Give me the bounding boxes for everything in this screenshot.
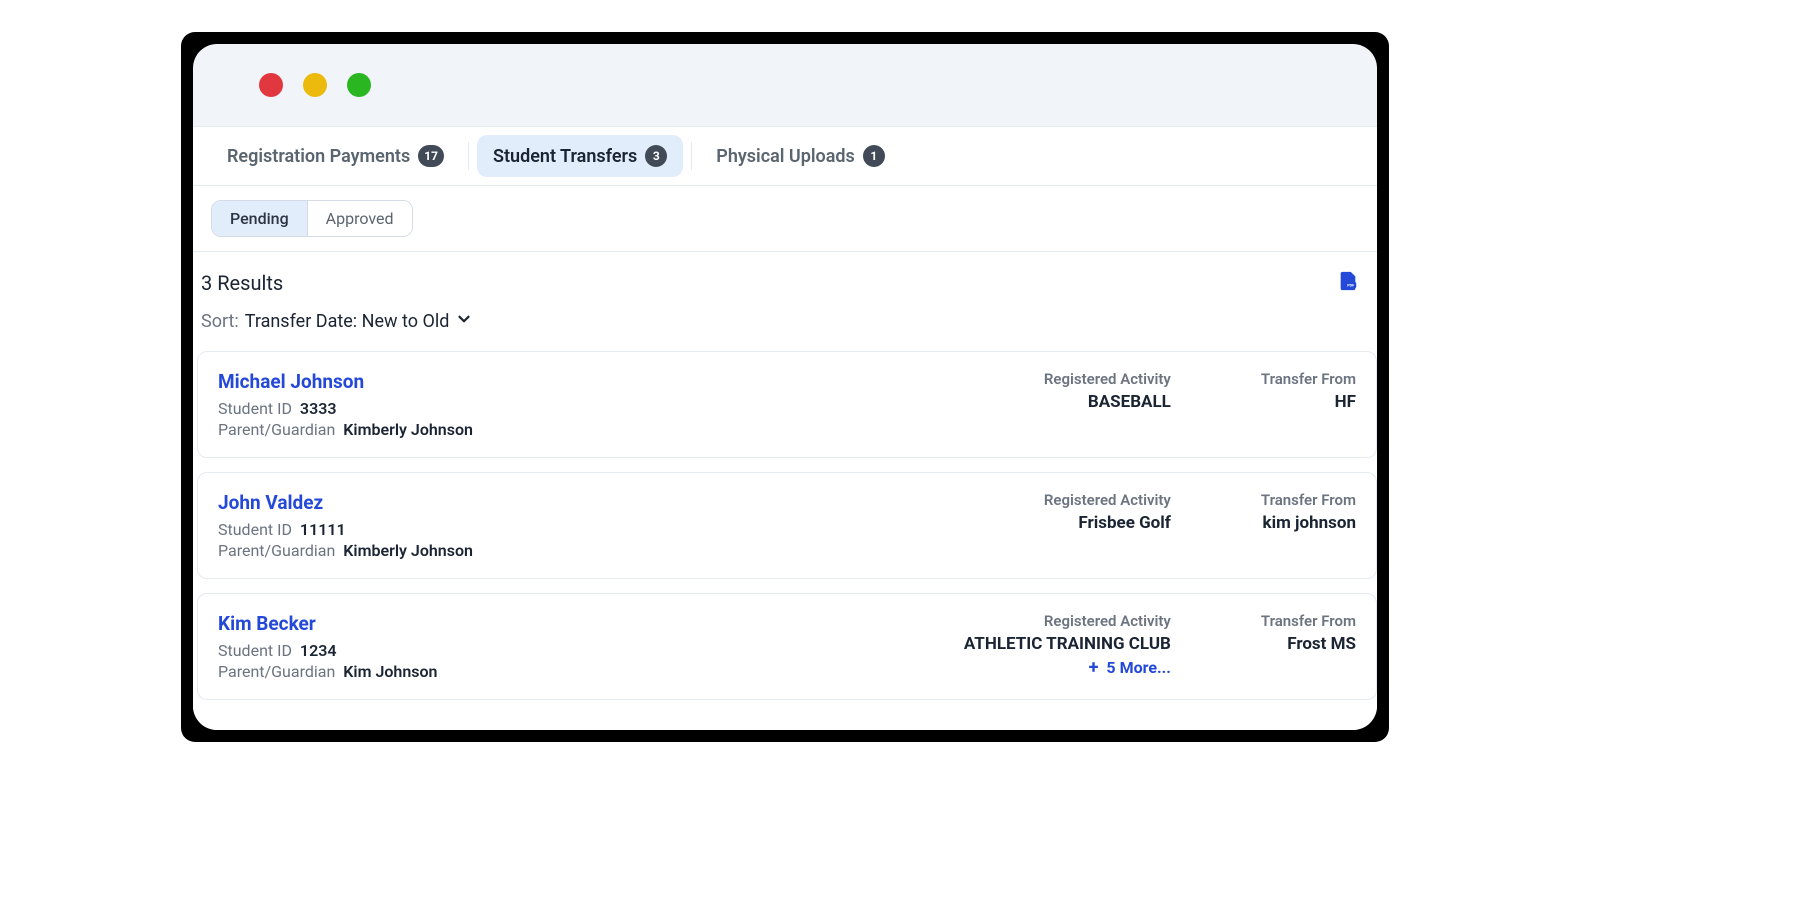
export-pdf-icon[interactable]: PDF: [1337, 270, 1359, 296]
transfer-from-value: kim johnson: [1261, 513, 1356, 533]
chevron-down-icon: [455, 310, 473, 333]
traffic-close-icon[interactable]: [259, 73, 283, 97]
registered-activity-label: Registered Activity: [964, 612, 1171, 630]
registered-activity-value: Frisbee Golf: [1044, 513, 1171, 533]
traffic-zoom-icon[interactable]: [347, 73, 371, 97]
content-area: Registration Payments 17 Student Transfe…: [193, 126, 1377, 730]
tab-label: Physical Uploads: [716, 146, 855, 167]
registered-activity-label: Registered Activity: [1044, 491, 1171, 509]
student-id-label: Student ID: [218, 520, 292, 539]
sort-control[interactable]: Sort: Transfer Date: New to Old: [197, 296, 1377, 351]
registered-activity-col: Registered Activity ATHLETIC TRAINING CL…: [964, 612, 1171, 677]
filter-pending-button[interactable]: Pending: [212, 201, 307, 236]
card-left: Kim Becker Student ID 1234 Parent/Guardi…: [218, 612, 438, 681]
guardian-line: Parent/Guardian Kimberly Johnson: [218, 541, 473, 560]
more-activities-label: 5 More...: [1106, 658, 1170, 677]
results-list: Michael Johnson Student ID 3333 Parent/G…: [197, 351, 1377, 730]
tab-bar: Registration Payments 17 Student Transfe…: [193, 127, 1377, 186]
guardian-value: Kimberly Johnson: [343, 541, 473, 560]
results-count: 3 Results: [197, 271, 283, 295]
transfer-from-label: Transfer From: [1261, 491, 1356, 509]
plus-icon: +: [1089, 659, 1099, 677]
guardian-line: Parent/Guardian Kimberly Johnson: [218, 420, 473, 439]
transfer-from-value: Frost MS: [1261, 634, 1356, 654]
student-id-label: Student ID: [218, 399, 292, 418]
card-right: Registered Activity Frisbee Golf Transfe…: [1044, 491, 1356, 533]
card-left: Michael Johnson Student ID 3333 Parent/G…: [218, 370, 473, 439]
transfer-card[interactable]: Kim Becker Student ID 1234 Parent/Guardi…: [197, 593, 1377, 700]
registered-activity-col: Registered Activity Frisbee Golf: [1044, 491, 1171, 533]
tab-label: Registration Payments: [227, 146, 410, 167]
card-right: Registered Activity BASEBALL Transfer Fr…: [1044, 370, 1356, 412]
filter-approved-button[interactable]: Approved: [307, 201, 412, 236]
filter-row: Pending Approved: [193, 186, 1377, 252]
student-id-line: Student ID 11111: [218, 520, 473, 539]
transfer-from-col: Transfer From HF: [1261, 370, 1356, 412]
tab-badge: 1: [863, 145, 885, 167]
app-window: Registration Payments 17 Student Transfe…: [193, 44, 1377, 730]
card-right: Registered Activity ATHLETIC TRAINING CL…: [964, 612, 1356, 677]
guardian-label: Parent/Guardian: [218, 420, 335, 439]
student-id-line: Student ID 1234: [218, 641, 438, 660]
transfer-card[interactable]: John Valdez Student ID 11111 Parent/Guar…: [197, 472, 1377, 579]
registered-activity-value: ATHLETIC TRAINING CLUB: [964, 634, 1171, 654]
student-id-value: 1234: [300, 641, 337, 660]
tab-badge: 3: [645, 145, 667, 167]
guardian-value: Kimberly Johnson: [343, 420, 473, 439]
student-id-value: 11111: [300, 520, 346, 539]
sort-label: Sort:: [201, 311, 239, 332]
transfer-from-value: HF: [1261, 392, 1356, 412]
tab-separator: [468, 142, 469, 170]
registered-activity-col: Registered Activity BASEBALL: [1044, 370, 1171, 412]
student-name-link[interactable]: John Valdez: [218, 491, 473, 514]
sort-value: Transfer Date: New to Old: [245, 311, 450, 332]
tab-registration-payments[interactable]: Registration Payments 17: [211, 135, 460, 177]
titlebar: [193, 44, 1377, 126]
transfer-from-col: Transfer From kim johnson: [1261, 491, 1356, 533]
student-name-link[interactable]: Kim Becker: [218, 612, 438, 635]
guardian-value: Kim Johnson: [343, 662, 437, 681]
status-segmented-control: Pending Approved: [211, 200, 413, 237]
registered-activity-value: BASEBALL: [1044, 392, 1171, 412]
svg-text:PDF: PDF: [1347, 283, 1355, 288]
card-left: John Valdez Student ID 11111 Parent/Guar…: [218, 491, 473, 560]
more-activities-link[interactable]: + 5 More...: [1089, 658, 1171, 677]
tab-badge: 17: [418, 145, 444, 167]
traffic-minimize-icon[interactable]: [303, 73, 327, 97]
transfer-from-label: Transfer From: [1261, 612, 1356, 630]
transfer-from-label: Transfer From: [1261, 370, 1356, 388]
guardian-label: Parent/Guardian: [218, 541, 335, 560]
student-id-value: 3333: [300, 399, 337, 418]
student-id-label: Student ID: [218, 641, 292, 660]
tab-label: Student Transfers: [493, 146, 637, 167]
tab-physical-uploads[interactable]: Physical Uploads 1: [700, 135, 901, 177]
transfer-from-col: Transfer From Frost MS: [1261, 612, 1356, 677]
guardian-label: Parent/Guardian: [218, 662, 335, 681]
registered-activity-label: Registered Activity: [1044, 370, 1171, 388]
transfer-card[interactable]: Michael Johnson Student ID 3333 Parent/G…: [197, 351, 1377, 458]
guardian-line: Parent/Guardian Kim Johnson: [218, 662, 438, 681]
student-name-link[interactable]: Michael Johnson: [218, 370, 473, 393]
student-id-line: Student ID 3333: [218, 399, 473, 418]
results-header: 3 Results PDF: [197, 252, 1377, 296]
tab-separator: [691, 142, 692, 170]
tab-student-transfers[interactable]: Student Transfers 3: [477, 135, 683, 177]
